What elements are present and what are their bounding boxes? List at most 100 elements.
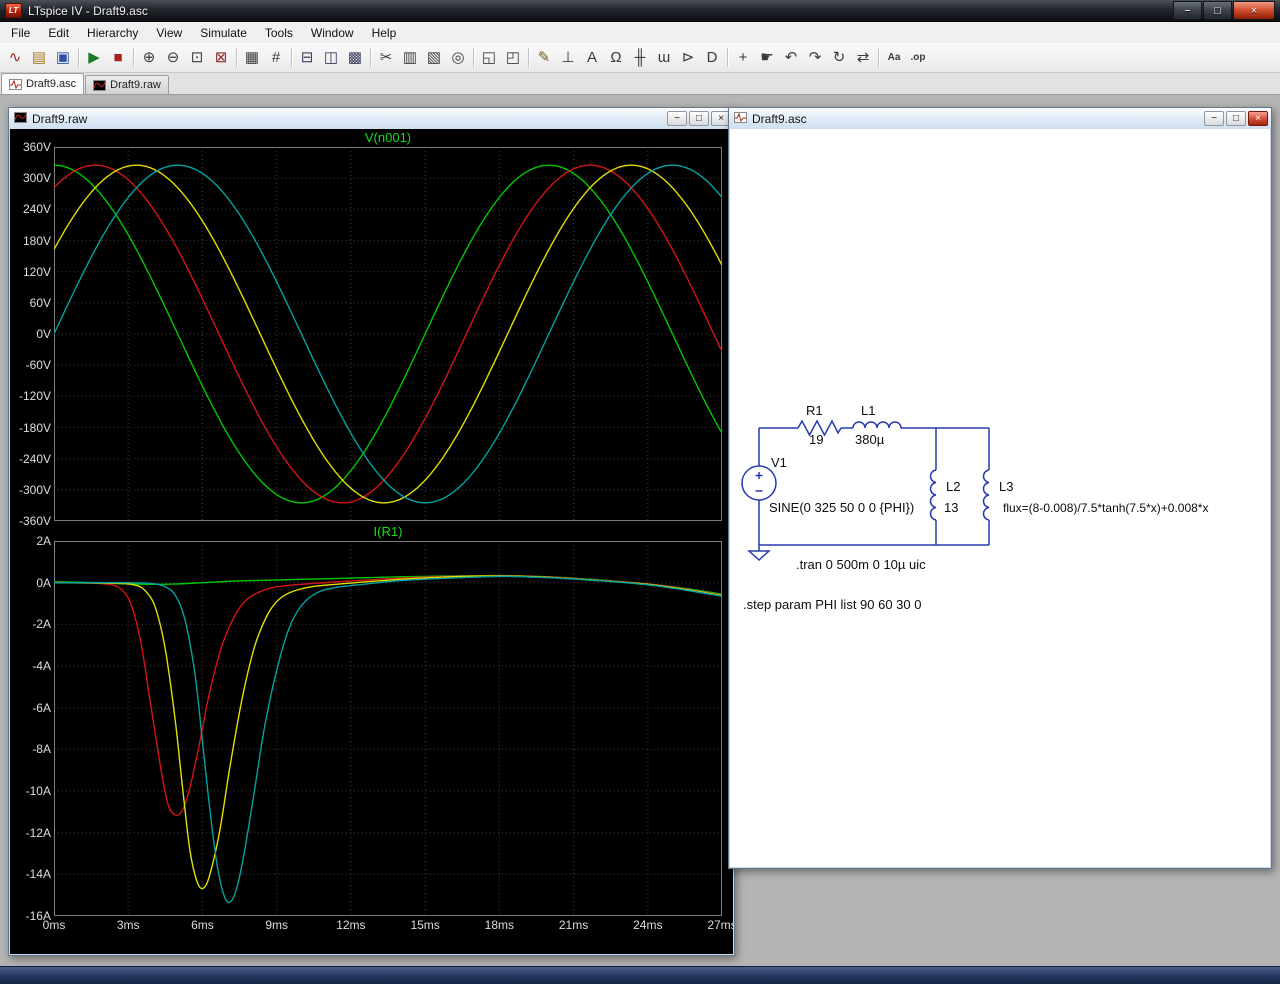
diode-icon[interactable]: ⊳ [676, 46, 700, 70]
pane-title-voltage: V(n001) [364, 130, 412, 145]
menu-bar: File Edit Hierarchy View Simulate Tools Window… [0, 22, 1280, 43]
find-icon[interactable]: ◎ [446, 46, 470, 70]
menu-view[interactable]: View [147, 22, 191, 43]
tab-draft9-raw[interactable]: Draft9.raw [85, 75, 169, 94]
y-tick-label: 120V [22, 264, 51, 279]
minimize-button[interactable]: − [1204, 111, 1224, 126]
zoom-area-icon[interactable]: ⊡ [185, 46, 209, 70]
voltage-source-V1-symbol[interactable] [741, 465, 777, 501]
schematic-window: Draft9.asc − □ × R1 19 L1 380µ V1 SINE(0… [728, 107, 1272, 869]
halt-icon[interactable]: ■ [106, 46, 130, 70]
close-button[interactable]: × [1248, 111, 1268, 126]
menu-simulate[interactable]: Simulate [191, 22, 256, 43]
maximize-button[interactable]: □ [1203, 1, 1232, 20]
toolbar-separator [78, 48, 79, 67]
waveform-icon [93, 79, 107, 91]
waveform-window-titlebar[interactable]: Draft9.raw − □ × [9, 108, 734, 129]
minimize-button[interactable]: − [1173, 1, 1202, 20]
tab-label: Draft9.raw [110, 79, 161, 91]
y-tick-label: -6A [32, 700, 51, 715]
print-icon[interactable]: ◰ [501, 46, 525, 70]
toolbar-separator [528, 48, 529, 67]
schematic-icon [734, 111, 747, 126]
tab-draft9-asc[interactable]: Draft9.asc [1, 73, 85, 94]
schematic-window-title: Draft9.asc [752, 111, 807, 126]
tile-vertical-icon[interactable]: ◫ [319, 46, 343, 70]
value-L3[interactable]: flux=(8-0.008)/7.5*tanh(7.5*x)+0.008*x [1003, 501, 1208, 515]
schematic-canvas[interactable]: R1 19 L1 380µ V1 SINE(0 325 50 0 0 {PHI}… [741, 131, 1270, 861]
ground-icon[interactable]: ⊥ [556, 46, 580, 70]
value-L2[interactable]: 13 [944, 500, 958, 515]
cascade-windows-icon[interactable]: ▩ [343, 46, 367, 70]
restore-button[interactable]: □ [689, 111, 709, 126]
label-V1[interactable]: V1 [771, 455, 787, 470]
label-L1[interactable]: L1 [861, 403, 875, 418]
value-R1[interactable]: 19 [809, 432, 823, 447]
resistor-icon[interactable]: Ω [604, 46, 628, 70]
zoom-out-icon[interactable]: ⊖ [161, 46, 185, 70]
restore-button[interactable]: □ [1226, 111, 1246, 126]
cut-icon[interactable]: ✂ [374, 46, 398, 70]
text-icon[interactable]: Aa [882, 46, 906, 70]
x-tick-label: 6ms [191, 918, 214, 932]
menu-tools[interactable]: Tools [256, 22, 302, 43]
mirror-icon[interactable]: ⇄ [851, 46, 875, 70]
trace-PHI=60 [54, 575, 722, 817]
menu-help[interactable]: Help [363, 22, 406, 43]
value-L1[interactable]: 380µ [855, 432, 885, 447]
current-plot[interactable] [54, 541, 722, 916]
inductor-icon[interactable]: ɯ [652, 46, 676, 70]
status-bar [0, 966, 1280, 984]
capacitor-icon[interactable]: ╫ [628, 46, 652, 70]
drag-icon[interactable]: ☛ [755, 46, 779, 70]
rotate-icon[interactable]: ↻ [827, 46, 851, 70]
copy-icon[interactable]: ▥ [398, 46, 422, 70]
menu-file[interactable]: File [2, 22, 39, 43]
paste-icon[interactable]: ▧ [422, 46, 446, 70]
y-tick-label: 0V [36, 327, 51, 341]
inductor-L3-symbol[interactable] [982, 469, 990, 521]
ground-symbol[interactable] [747, 550, 771, 562]
y-tick-label: -12A [25, 825, 51, 840]
zoom-full-icon[interactable]: ⊠ [209, 46, 233, 70]
schematic-window-titlebar[interactable]: Draft9.asc − □ × [729, 108, 1271, 129]
zoom-in-icon[interactable]: ⊕ [137, 46, 161, 70]
close-button[interactable]: × [1233, 1, 1275, 20]
inductor-L1-symbol[interactable] [852, 421, 902, 429]
y-tick-label: -8A [32, 742, 51, 757]
wire-icon[interactable]: ✎ [532, 46, 556, 70]
label-L3[interactable]: L3 [999, 479, 1013, 494]
menu-window[interactable]: Window [302, 22, 363, 43]
label-R1[interactable]: R1 [806, 403, 823, 418]
print-preview-icon[interactable]: ◱ [477, 46, 501, 70]
component-icon[interactable]: D [700, 46, 724, 70]
menu-edit[interactable]: Edit [39, 22, 78, 43]
save-icon[interactable]: ▣ [51, 46, 75, 70]
voltage-plot[interactable] [54, 147, 722, 521]
y-tick-label: -14A [25, 867, 51, 882]
directive-tran[interactable]: .tran 0 500m 0 10µ uic [796, 557, 926, 572]
run-icon[interactable]: ▶ [82, 46, 106, 70]
minimize-button[interactable]: − [667, 111, 687, 126]
inductor-L2-symbol[interactable] [929, 469, 937, 521]
move-icon[interactable]: + [731, 46, 755, 70]
net-label-icon[interactable]: A [580, 46, 604, 70]
waveform-plot-area[interactable]: V(n001) I(R1) 360V 300V 240V 180V 120V 60V 0V -… [10, 129, 733, 954]
tile-horizontal-icon[interactable]: ⊟ [295, 46, 319, 70]
open-file-icon[interactable]: ▤ [27, 46, 51, 70]
toolbar-separator [473, 48, 474, 67]
pan-icon[interactable]: # [264, 46, 288, 70]
toolbar-separator [291, 48, 292, 67]
y-tick-label: -2A [32, 617, 51, 632]
grid-toggle-icon[interactable]: ▦ [240, 46, 264, 70]
undo-icon[interactable]: ↶ [779, 46, 803, 70]
redo-icon[interactable]: ↷ [803, 46, 827, 70]
label-L2[interactable]: L2 [946, 479, 960, 494]
directive-step[interactable]: .step param PHI list 90 60 30 0 [743, 597, 921, 612]
new-schematic-icon[interactable]: ∿ [3, 46, 27, 70]
menu-hierarchy[interactable]: Hierarchy [78, 22, 147, 43]
schematic-canvas-area[interactable]: R1 19 L1 380µ V1 SINE(0 325 50 0 0 {PHI}… [730, 129, 1270, 867]
spice-directive-icon[interactable]: .op [906, 46, 930, 70]
window-titlebar[interactable]: LT LTspice IV - Draft9.asc − □ × [0, 0, 1280, 22]
value-V1[interactable]: SINE(0 325 50 0 0 {PHI}) [769, 500, 914, 515]
